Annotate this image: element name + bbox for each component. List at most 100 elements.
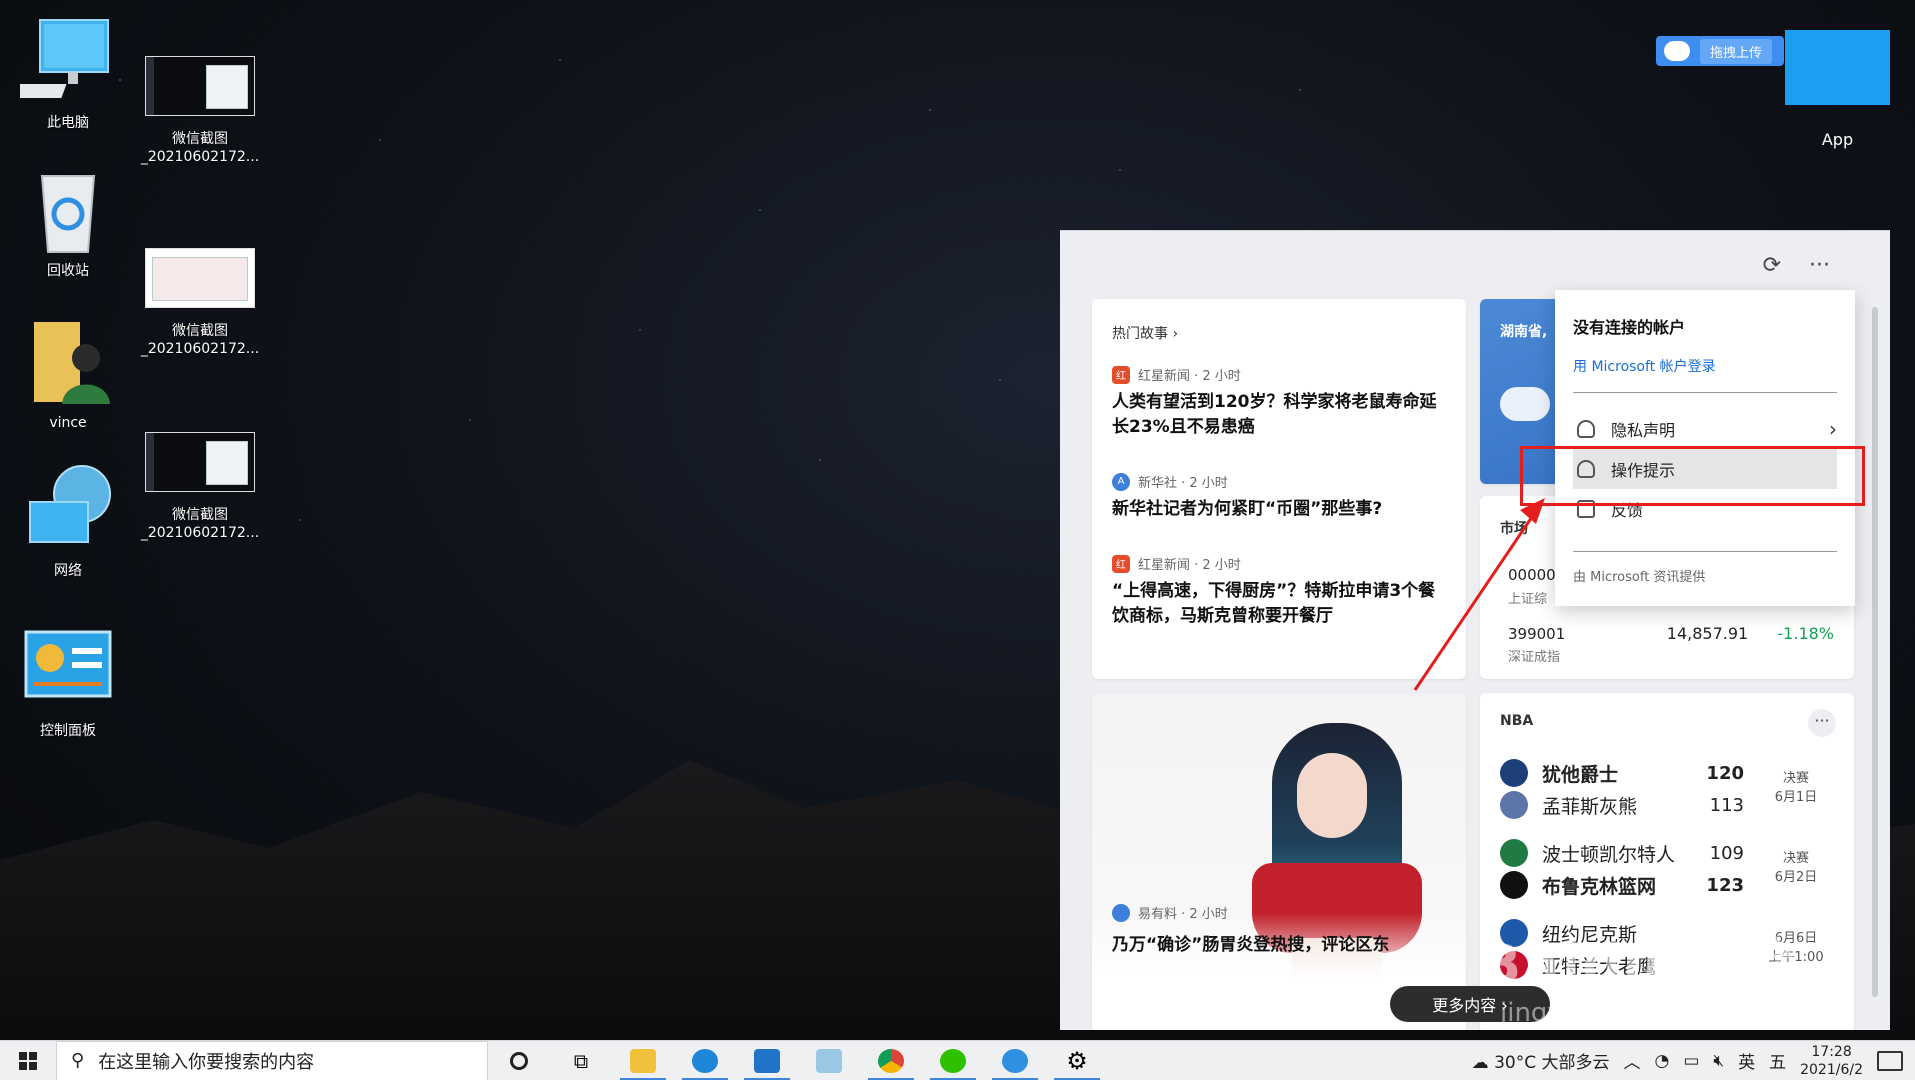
task-view-button[interactable]: ⧉ (550, 1041, 612, 1080)
desktop-file-screenshot[interactable]: 微信截图 _20210602172... (140, 236, 260, 358)
team-score: 120 (1706, 762, 1744, 784)
desktop-icon-label: vince (49, 415, 87, 431)
more-options-icon[interactable]: ··· (1809, 253, 1830, 278)
taskbar-app-mail[interactable] (736, 1041, 798, 1080)
jazz-logo-icon (1500, 759, 1528, 787)
cloud-icon: ☁ (1471, 1053, 1489, 1073)
menu-divider (1573, 551, 1837, 552)
taskbar-app-chrome[interactable] (860, 1041, 922, 1080)
news-source: 红星新闻 · 2 小时 (1138, 369, 1241, 384)
taskbar-app-edge[interactable] (674, 1041, 736, 1080)
system-tray: ☁ 30°C 大部多云 ︿ ◔ ▭ 🔇︎ 英 五 17:28 2021/6/2 (1472, 1043, 1915, 1079)
baidu-watermark: Baidu 经验 (1480, 933, 1797, 996)
refresh-icon[interactable]: ⟳ (1763, 253, 1781, 278)
desktop-icon-label: 此电脑 (47, 115, 89, 131)
taskbar-app-notes[interactable] (798, 1041, 860, 1080)
desktop-file-screenshot[interactable]: 微信截图 _20210602172... (140, 44, 260, 166)
desktop-icon-this-pc[interactable]: 此电脑 (0, 14, 128, 132)
annotation-highlight-box (1520, 446, 1865, 506)
panel-toolbar: ⟳ ··· (1763, 253, 1830, 278)
taskbar-clock[interactable]: 17:28 2021/6/2 (1800, 1043, 1863, 1079)
file-name-line1: 微信截图 (172, 507, 228, 523)
team-score: 113 (1709, 794, 1744, 816)
taskbar-weather: 30°C 大部多云 (1494, 1053, 1610, 1073)
xinhua-logo-icon: A (1112, 472, 1130, 491)
news-headline[interactable]: 人类有望活到120岁？科学家将老鼠寿命延长23%且不易患癌 (1112, 390, 1446, 440)
hot-stories-header[interactable]: 热门故事 › (1112, 323, 1446, 343)
team-name: 犹他爵士 (1542, 763, 1619, 786)
menu-item-privacy[interactable]: 隐私声明 › (1573, 409, 1837, 449)
desktop-icon-label: 控制面板 (40, 723, 96, 739)
team-row[interactable]: 波士顿凯尔特人 109 (1500, 839, 1744, 867)
wifi-icon[interactable]: ◔ (1654, 1051, 1669, 1071)
desktop-file-screenshot[interactable]: 微信截图 _20210602172... (140, 420, 260, 542)
news-item[interactable]: 红红星新闻 · 2 小时 人类有望活到120岁？科学家将老鼠寿命延长23%且不易… (1112, 365, 1446, 440)
wechat-icon (940, 1048, 966, 1073)
taskbar-app-wechat[interactable] (922, 1041, 984, 1080)
desktop-icon-user-folder[interactable]: vince (8, 314, 128, 432)
taskbar-app-tips[interactable] (984, 1041, 1046, 1080)
news-headline[interactable]: 新华社记者为何紧盯“币圈”那些事? (1112, 497, 1446, 522)
desktop-icon-recycle-bin[interactable]: 回收站 (8, 162, 128, 280)
circle-icon (510, 1051, 528, 1070)
team-row[interactable]: 布鲁克林篮网 123 (1500, 871, 1744, 899)
computer-icon (0, 14, 116, 110)
desktop-icon-control-panel[interactable]: 控制面板 (8, 612, 128, 740)
chrome-icon (878, 1048, 904, 1073)
news-headline[interactable]: “上得高速，下得厨房”？特斯拉申请3个餐饮商标，马斯克曾称要开餐厅 (1112, 579, 1446, 629)
market-change: -1.18% (1777, 624, 1835, 643)
news-headline[interactable]: 乃万“确诊”肠胃炎登热搜，评论区东 (1112, 933, 1448, 958)
team-row[interactable]: 孟菲斯灰熊 113 (1500, 791, 1744, 819)
volume-muted-icon[interactable]: 🔇︎ (1713, 1051, 1724, 1071)
mail-icon (754, 1048, 780, 1073)
news-source: 易有料 · 2 小时 (1138, 907, 1228, 922)
market-row[interactable]: 399001 深证成指 14,857.91 -1.18% (1508, 624, 1835, 665)
team-row[interactable]: 犹他爵士 120 (1500, 759, 1744, 787)
market-value: 14,857.91 (1666, 624, 1749, 643)
notification-center-icon[interactable] (1877, 1050, 1903, 1071)
red-star-news-logo-icon: 红 (1112, 365, 1130, 384)
edge-icon (692, 1048, 718, 1073)
signin-link[interactable]: 用 Microsoft 帐户登录 (1573, 356, 1837, 393)
panel-scrollbar[interactable] (1868, 291, 1882, 1021)
taskbar-app-settings[interactable]: ⚙ (1046, 1041, 1108, 1080)
game-stage: 决赛 (1782, 851, 1809, 866)
upload-widget[interactable]: 拖拽上传 (1656, 36, 1784, 66)
cloud-icon (1500, 387, 1550, 421)
yiyouliao-logo-icon (1112, 903, 1130, 922)
team-name: 布鲁克林篮网 (1542, 875, 1657, 898)
desktop-app-label: App (1821, 130, 1854, 149)
news-item[interactable]: A 新华社 · 2 小时 新华社记者为何紧盯“币圈”那些事? (1112, 472, 1446, 522)
upload-label: 拖拽上传 (1700, 38, 1773, 64)
lightbulb-icon (1002, 1048, 1028, 1073)
taskbar: ⚲ 在这里输入你要搜索的内容 ⧉ ⚙ ☁ 30°C 大部多云 ︿ ◔ ▭ 🔇︎ … (0, 1040, 1915, 1080)
cortana-button[interactable] (488, 1041, 550, 1080)
more-options-button[interactable]: ··· (1808, 709, 1836, 737)
desktop-app-icon[interactable] (1785, 30, 1890, 105)
menu-item-label: 隐私声明 (1611, 421, 1676, 440)
task-view-icon: ⧉ (573, 1048, 589, 1073)
file-name-line2: _20210602172... (140, 341, 260, 357)
desktop-icon-network[interactable]: 网络 (8, 462, 128, 580)
feature-story-card[interactable]: 易有料 · 2 小时 乃万“确诊”肠胃炎登热搜，评论区东 (1092, 693, 1466, 1030)
file-name-line2: _20210602172... (140, 525, 260, 541)
news-item[interactable]: 红红星新闻 · 2 小时 “上得高速，下得厨房”？特斯拉申请3个餐饮商标，马斯克… (1112, 554, 1446, 629)
taskbar-search-box[interactable]: ⚲ 在这里输入你要搜索的内容 (56, 1040, 488, 1080)
chevron-up-icon[interactable]: ︿ (1623, 1048, 1640, 1073)
red-star-news-logo-icon: 红 (1112, 554, 1130, 573)
ime-language[interactable]: 英 (1738, 1048, 1755, 1073)
start-button[interactable] (0, 1041, 56, 1080)
battery-icon[interactable]: ▭ (1683, 1051, 1699, 1071)
ime-mode[interactable]: 五 (1769, 1048, 1786, 1073)
screenshot-thumbnail (145, 56, 255, 116)
menu-footer: 由 Microsoft 资讯提供 (1573, 570, 1706, 585)
taskbar-app-file-explorer[interactable] (612, 1041, 674, 1080)
hot-stories-card: 热门故事 › 红红星新闻 · 2 小时 人类有望活到120岁？科学家将老鼠寿命延… (1092, 299, 1466, 679)
weather-widget[interactable]: ☁ 30°C 大部多云 (1472, 1048, 1610, 1073)
search-icon: ⚲ (71, 1050, 85, 1071)
folder-icon (630, 1048, 656, 1073)
desktop-icon-label: 回收站 (47, 263, 89, 279)
grizzlies-logo-icon (1500, 791, 1528, 819)
team-score: 123 (1706, 874, 1744, 896)
nets-logo-icon (1500, 871, 1528, 899)
